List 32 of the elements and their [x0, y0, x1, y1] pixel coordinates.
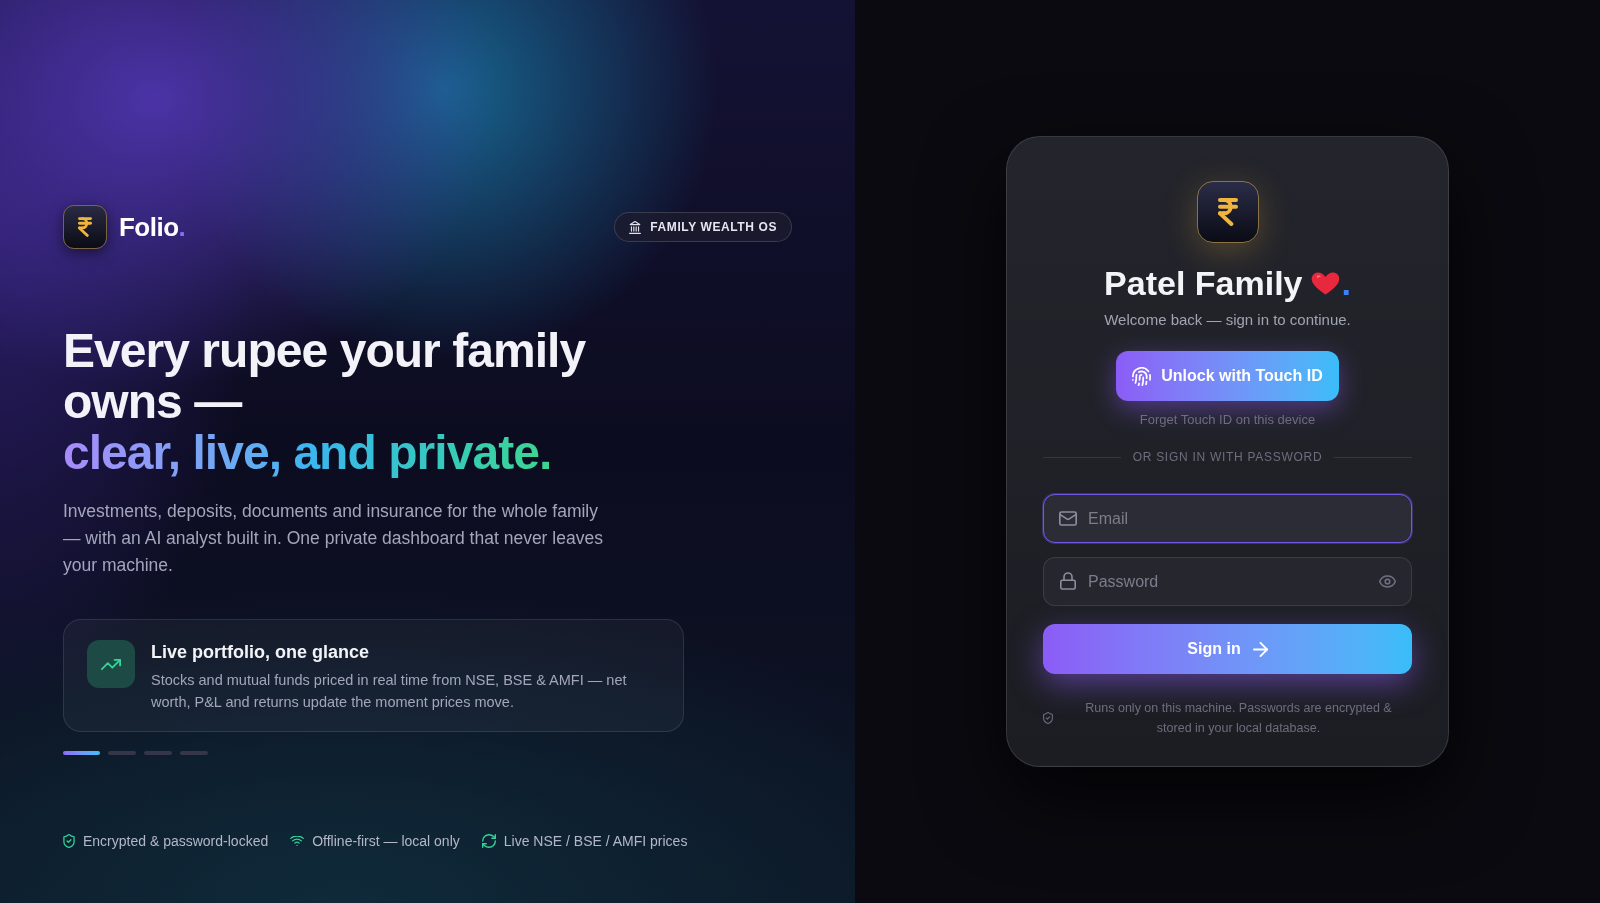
- privacy-note: Runs only on this machine. Passwords are encrypted & stored in your local database.: [1084, 700, 1393, 737]
- lock-icon: [1060, 572, 1076, 590]
- rupee-logo-icon: [63, 205, 107, 249]
- welcome-subtitle: Welcome back — sign in to continue.: [1104, 310, 1351, 330]
- mail-icon: [1059, 511, 1077, 526]
- trending-up-icon: [87, 640, 135, 688]
- bank-icon: [629, 220, 642, 234]
- touch-id-button[interactable]: Unlock with Touch ID: [1116, 351, 1339, 401]
- password-field[interactable]: Password: [1043, 557, 1412, 606]
- eye-icon[interactable]: [1379, 575, 1396, 588]
- wifi-icon: [290, 836, 305, 846]
- feature-description: Stocks and mutual funds priced in real time from NSE, BSE & AMFI — net worth, P&L and returns update the moment prices move.: [151, 671, 628, 712]
- shield-check-icon: [63, 834, 75, 848]
- shield-check-icon: [1043, 712, 1053, 724]
- trust-note: Encrypted & password-locked: [83, 832, 269, 851]
- product-tagline: FAMILY WEALTH OS: [650, 219, 777, 235]
- rupee-logo-icon: [1196, 181, 1259, 243]
- brand-name: Folio.: [119, 211, 186, 243]
- family-name: Patel Family: [1104, 263, 1303, 303]
- fingerprint-icon: [1132, 366, 1152, 386]
- refresh-icon: [481, 834, 496, 848]
- arrow-right-icon: [1252, 641, 1268, 657]
- sign-in-button[interactable]: Sign in: [1043, 624, 1412, 674]
- forget-touch-id-link[interactable]: Forget Touch ID on this device: [1139, 411, 1316, 429]
- hero-headline: Every rupee your family owns — clear, live, and private.: [63, 325, 587, 478]
- divider-label: OR SIGN IN WITH PASSWORD: [1132, 449, 1323, 465]
- trust-note: Live NSE / BSE / AMFI prices: [503, 832, 688, 851]
- title-accent-dot: .: [1341, 263, 1351, 303]
- email-field[interactable]: Email: [1043, 494, 1412, 543]
- trust-note: Offline-first — local only: [312, 832, 460, 851]
- feature-title: Live portfolio, one glance: [151, 641, 371, 664]
- hero-description: Investments, deposits, documents and insurance for the whole family — with an AI analyst built in. One private dashboard that never leaves your machine.: [63, 500, 604, 577]
